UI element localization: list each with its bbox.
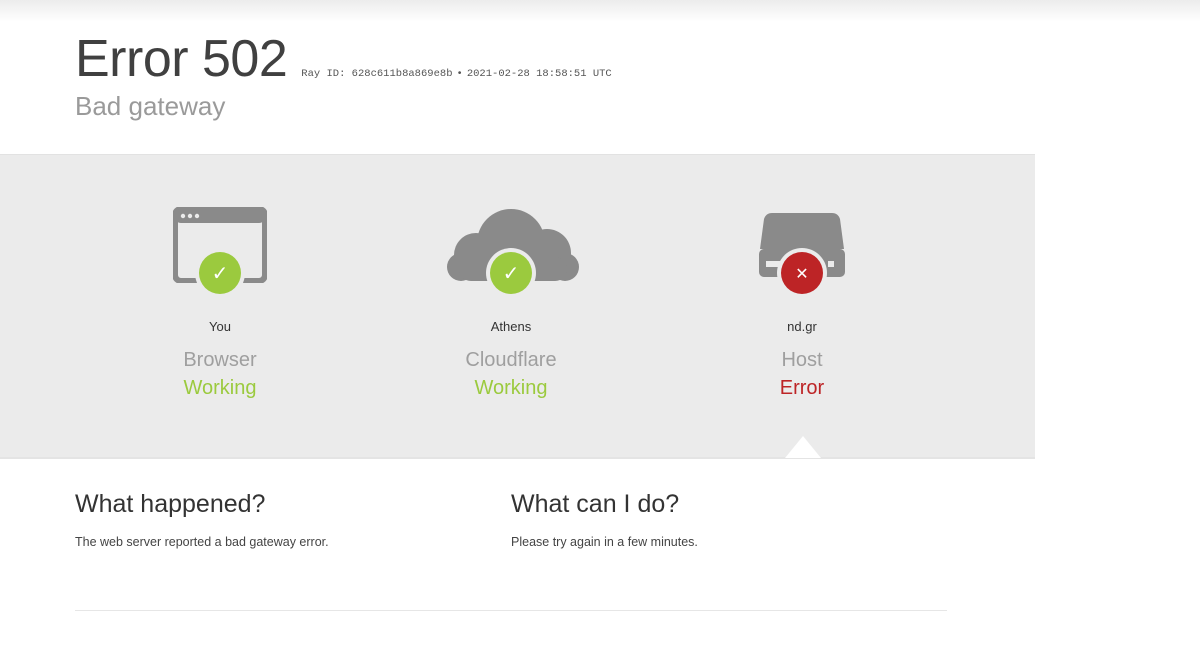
check-icon: ✓ xyxy=(199,252,241,294)
check-icon: ✓ xyxy=(490,252,532,294)
page-subtitle: Bad gateway xyxy=(75,91,226,121)
node-status: Working xyxy=(183,377,257,399)
node-status: Working xyxy=(474,377,548,399)
node-place: You xyxy=(209,319,231,334)
status-band: ✓ You Browser Working ✓ Athens Cloudflar… xyxy=(0,154,1035,459)
what-happened-text: The web server reported a bad gateway er… xyxy=(75,535,329,549)
page-title: Error 502 xyxy=(75,30,288,88)
title-row: Error 502 Ray ID: 628c611b8a869e8b • 2021-… xyxy=(75,28,975,90)
node-place: nd.gr xyxy=(787,319,817,334)
what-happened-section: What happened? The web server reported a… xyxy=(75,488,475,550)
what-can-i-do-title: What can I do? xyxy=(511,490,680,518)
node-name: Host xyxy=(781,349,823,371)
node-place: Athens xyxy=(490,319,532,334)
what-can-i-do-text: Please try again in a few minutes. xyxy=(511,535,698,549)
ray-id: Ray ID: 628c611b8a869e8b xyxy=(301,68,453,80)
footer-divider xyxy=(75,610,947,611)
status-pointer xyxy=(785,436,821,458)
timestamp: 2021-02-28 18:58:51 UTC xyxy=(466,68,612,80)
node-name: Cloudflare xyxy=(465,349,557,371)
node-status: Error xyxy=(779,377,825,399)
ray-id-meta: Ray ID: 628c611b8a869e8b • 2021-02-28 18:5… xyxy=(301,67,611,81)
close-icon: ✕ xyxy=(781,252,823,294)
node-name: Browser xyxy=(183,349,257,371)
what-can-i-do-section: What can I do? Please try again in a few… xyxy=(511,488,931,550)
what-happened-title: What happened? xyxy=(75,490,266,518)
top-shade xyxy=(0,0,1200,22)
meta-separator: • xyxy=(456,68,463,80)
error-header: Error 502 Ray ID: 628c611b8a869e8b • 2021-… xyxy=(75,28,975,138)
